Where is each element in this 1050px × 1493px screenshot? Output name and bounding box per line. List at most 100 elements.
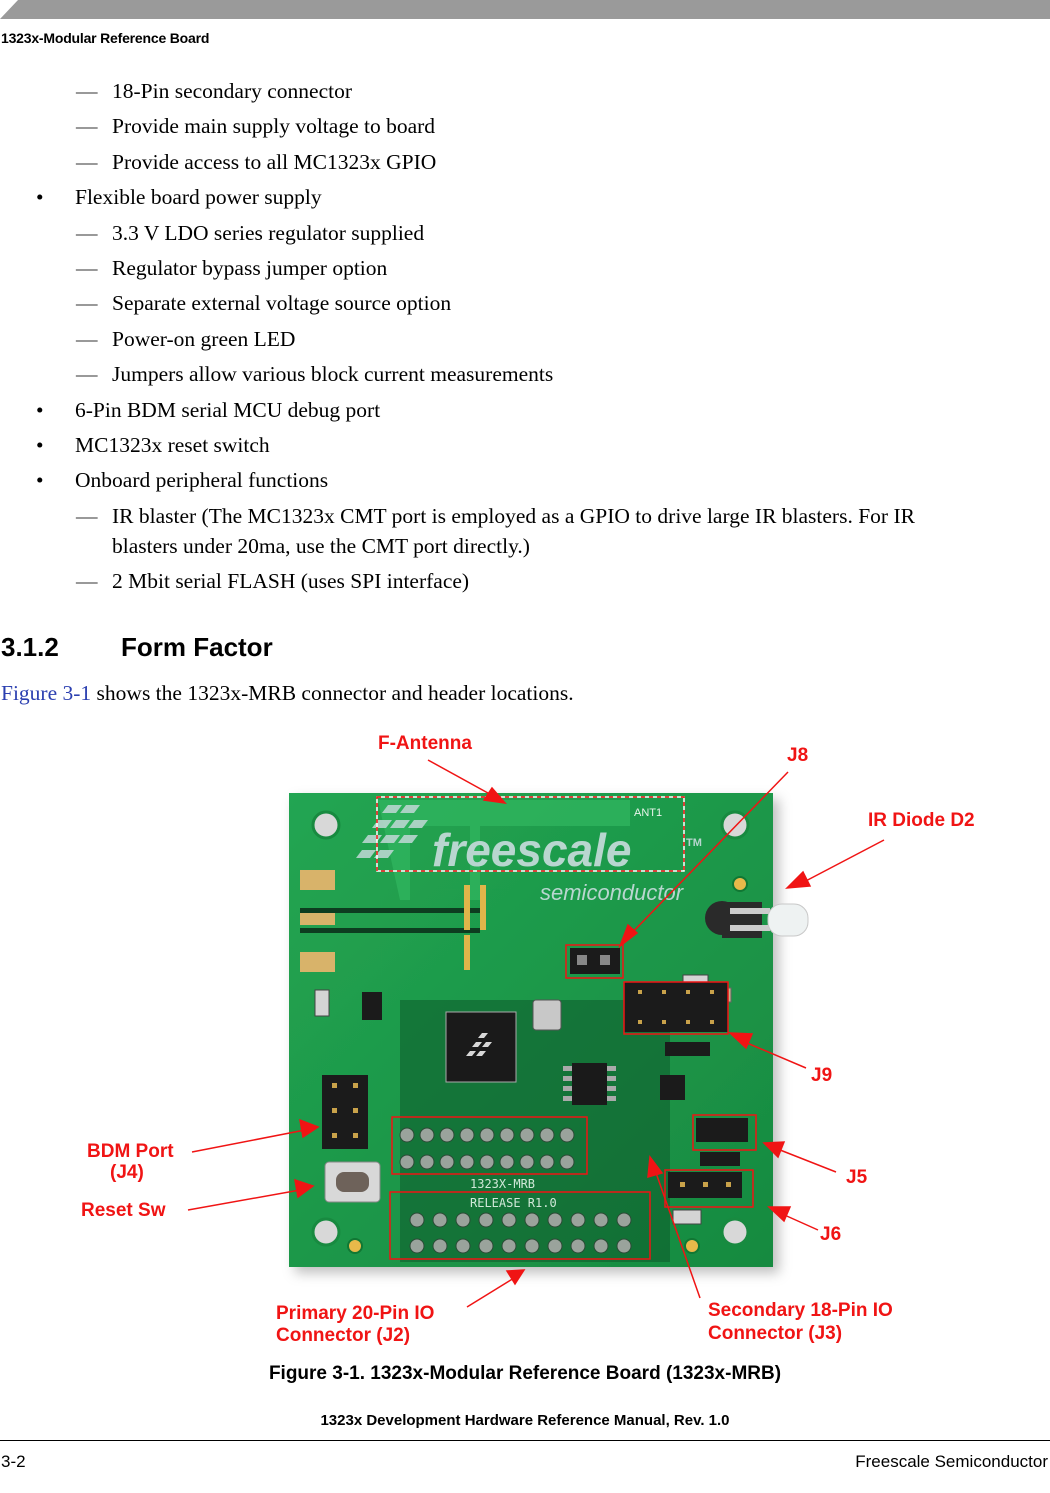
test-loop-tl1 [314, 989, 330, 1017]
connector-pin [459, 1127, 475, 1143]
callout-bdm-port-j4: (J4) [110, 1162, 144, 1183]
callout-secondary-line2: Connector (J3) [708, 1323, 843, 1344]
connector-pin [399, 1127, 415, 1143]
item-text-continued: blasters under 20ma, use the CMT port di… [112, 533, 530, 558]
regulator-u3 [660, 1075, 685, 1100]
callout-primary-line2: Connector (J2) [276, 1325, 411, 1346]
item-text: Power-on green LED [112, 326, 296, 351]
callout-j6: J6 [820, 1224, 842, 1245]
dash-marker: — [76, 291, 98, 316]
dash-marker: — [76, 114, 98, 139]
callout-ir-diode: IR Diode D2 [868, 810, 975, 831]
connector-pin [419, 1127, 435, 1143]
bullet-marker: • [36, 433, 44, 457]
ant-label: ANT1 [634, 807, 662, 819]
connector-pin [559, 1154, 575, 1170]
bullet-marker: • [36, 397, 44, 422]
connector-pin [570, 1238, 586, 1254]
callout-j8: J8 [787, 745, 809, 766]
connector-pin [524, 1238, 540, 1254]
connector-pin [501, 1212, 517, 1228]
dash-marker: — [76, 362, 98, 387]
connector-pin [519, 1127, 535, 1143]
connector-pin [519, 1154, 535, 1170]
connector-pin [399, 1154, 415, 1170]
connector-pin [593, 1212, 609, 1228]
rf-pad [300, 870, 335, 890]
bullet-marker: • [36, 185, 44, 210]
gold-pad [732, 876, 748, 892]
callout-bdm-port: BDM Port [87, 1141, 174, 1162]
crystal-y1 [362, 992, 382, 1020]
item-text: 2 Mbit serial FLASH (uses SPI interface) [112, 569, 470, 594]
brand-tm: TM [686, 837, 702, 849]
dash-marker: — [76, 220, 98, 245]
connector-pin [547, 1238, 563, 1254]
connector-pin [616, 1238, 632, 1254]
arrow-ir-diode [799, 839, 885, 885]
connector-pin [539, 1127, 555, 1143]
model-silkscreen: 1323X-MRB [470, 1177, 535, 1191]
arrow-reset [187, 1189, 301, 1211]
mounting-hole [720, 1217, 750, 1247]
connector-pin [559, 1127, 575, 1143]
connector-pin [499, 1154, 515, 1170]
mcu-chip [445, 1011, 517, 1083]
gold-strip [480, 885, 486, 930]
rf-pad [300, 913, 335, 925]
dash-marker: — [76, 326, 98, 351]
connector-pin [419, 1154, 435, 1170]
connector-pin [616, 1212, 632, 1228]
figure-link[interactable]: Figure 3-1 [1, 681, 91, 705]
j5-header [696, 1118, 748, 1142]
item-text: Regulator bypass jumper option [112, 256, 388, 280]
connector-pin [409, 1238, 425, 1254]
test-loop-tl3 [672, 1209, 702, 1225]
crystal-y2 [532, 999, 562, 1031]
ir-diode-d2 [705, 901, 809, 938]
connector-pin [478, 1212, 494, 1228]
j4-bdm-header [322, 1075, 368, 1149]
rf-trace [300, 928, 480, 933]
callout-primary-line1: Primary 20-Pin IO [276, 1303, 435, 1324]
section-paragraph: Figure 3-1 shows the 1323x-MRB connector… [1, 681, 574, 706]
diode-d3 [665, 1042, 710, 1056]
section-title: Form Factor [121, 632, 273, 662]
item-text: Provide main supply voltage to board [112, 114, 436, 139]
bullet-marker: • [36, 468, 44, 493]
arrow-f-antenna [427, 759, 498, 799]
item-text: Separate external voltage source option [112, 291, 452, 316]
item-text: 18-Pin secondary connector [112, 79, 353, 103]
j9-header [624, 982, 728, 1032]
paragraph-text: shows the 1323x-MRB connector and header… [91, 681, 574, 705]
connector-pin [539, 1154, 555, 1170]
item-text: 3.3 V LDO series regulator supplied [112, 220, 425, 245]
dash-marker: — [76, 149, 98, 174]
connector-pin [409, 1212, 425, 1228]
gold-strip [464, 885, 470, 930]
running-title: 1323x-Modular Reference Board [1, 30, 210, 46]
footer-company: Freescale Semiconductor [855, 1452, 1048, 1471]
item-text: Jumpers allow various block current meas… [112, 362, 554, 387]
connector-pin [432, 1212, 448, 1228]
callout-j5: J5 [846, 1167, 868, 1188]
connector-pin [455, 1238, 471, 1254]
gold-pad [347, 1238, 363, 1254]
callout-secondary-line1: Secondary 18-Pin IO [708, 1300, 893, 1321]
footer-page-number: 3-2 [1, 1452, 26, 1471]
rf-pad [300, 952, 335, 972]
arrow-bdm [191, 1129, 306, 1153]
footer-rule [0, 1440, 1050, 1441]
connector-pin [547, 1212, 563, 1228]
arrow-primary [466, 1277, 515, 1308]
flash-u2 [572, 1063, 607, 1105]
brand-text: freescale [432, 824, 632, 876]
rf-trace [300, 908, 480, 913]
connector-pin [455, 1212, 471, 1228]
mounting-hole [311, 810, 341, 840]
callout-f-antenna: F-Antenna [378, 733, 472, 754]
connector-pin [459, 1154, 475, 1170]
dash-marker: — [76, 79, 98, 103]
connector-pin [439, 1154, 455, 1170]
connector-pin [479, 1154, 495, 1170]
